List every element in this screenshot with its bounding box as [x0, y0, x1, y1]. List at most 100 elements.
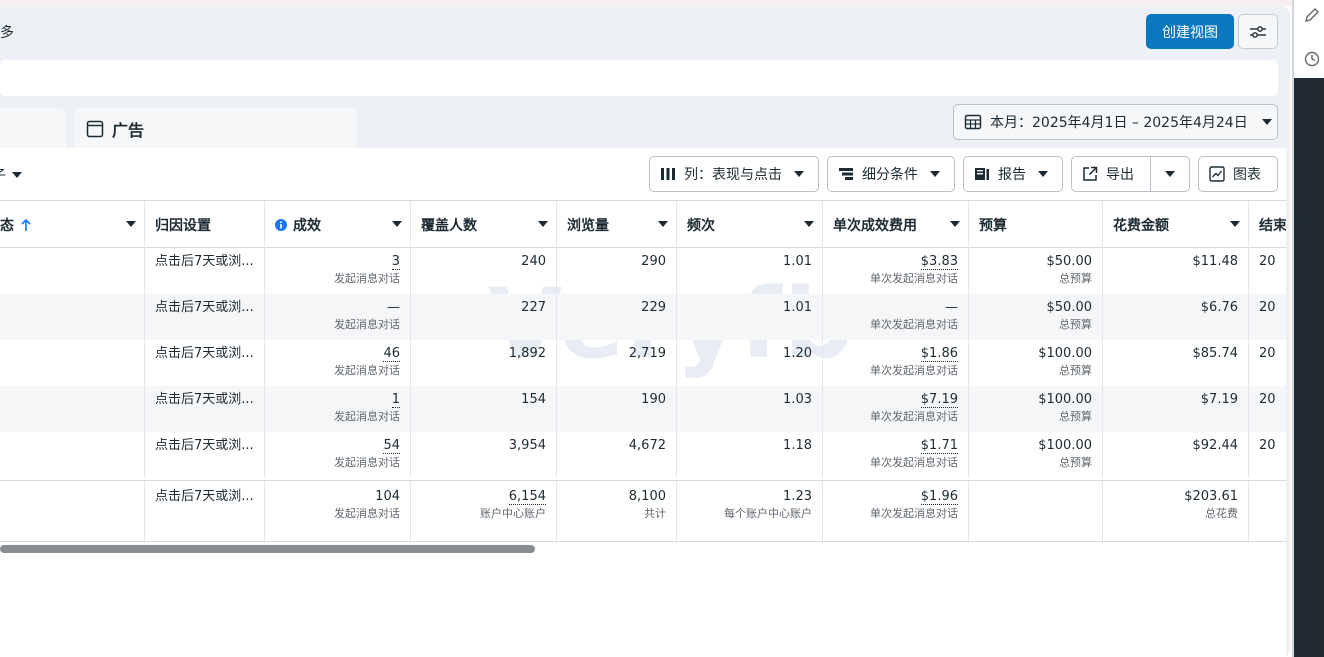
column-header-attribution[interactable]: 归因设置 [145, 201, 265, 249]
pencil-icon[interactable] [1303, 6, 1321, 24]
cell-cpr-value[interactable]: $3.83 [920, 254, 958, 270]
cell-cpr-value[interactable]: $1.71 [920, 438, 958, 454]
totals-results-cell: 104 发起消息对话 [265, 481, 411, 543]
cell-attribution-value: 点击后7天或浏... [155, 346, 254, 361]
totals-status-cell [0, 481, 145, 543]
cell-spent: $6.76 [1103, 294, 1249, 340]
cell-attribution: 点击后7天或浏... [145, 340, 265, 386]
cell-reach-value: 1,892 [508, 346, 546, 361]
totals-reach[interactable]: 6,154 [508, 489, 546, 505]
table-row[interactable]: 点击后7天或浏... — 发起消息对话 227 229 1.01 — 单次发起消息对话 $50.… [0, 294, 1286, 340]
cell-attribution-value: 点击后7天或浏... [155, 300, 254, 315]
column-header-reach[interactable]: 覆盖人数 [411, 201, 557, 249]
column-header-status[interactable]: 态 [0, 201, 145, 249]
cell-results-value[interactable]: 1 [391, 392, 400, 408]
chart-button[interactable]: 图表 [1198, 156, 1278, 192]
create-view-button[interactable]: 创建视图 [1146, 14, 1234, 49]
columns-icon [661, 168, 675, 180]
view-settings-button[interactable] [1238, 14, 1278, 49]
horizontal-scrollbar[interactable] [0, 545, 535, 553]
cell-spent: $11.48 [1103, 248, 1249, 294]
cell-budget-sub: 总预算 [1059, 318, 1092, 331]
cell-spent-value: $92.44 [1192, 438, 1239, 453]
cell-spent: $7.19 [1103, 386, 1249, 432]
table-row[interactable]: 点击后7天或浏... 1 发起消息对话 154 190 1.03 $7.19 单次发起消息对话… [0, 386, 1286, 432]
totals-cpr[interactable]: $1.96 [920, 489, 958, 505]
cell-attribution: 点击后7天或浏... [145, 432, 265, 478]
tab-ads-label: 广告 [112, 121, 145, 140]
export-button[interactable]: 导出 [1071, 156, 1151, 192]
cell-spent: $85.74 [1103, 340, 1249, 386]
cell-cpr-sub: 单次发起消息对话 [870, 364, 958, 377]
table-row[interactable]: 点击后7天或浏... 54 发起消息对话 3,954 4,672 1.18 $1.71 单次发… [0, 432, 1286, 478]
totals-impressions: 8,100 [628, 489, 666, 504]
cell-status [0, 386, 145, 432]
cell-ends: 20 [1249, 248, 1286, 294]
cell-results: 54 发起消息对话 [265, 432, 411, 478]
tab-ad-sets[interactable] [0, 108, 66, 150]
cell-results-sub: 发起消息对话 [334, 364, 400, 377]
toolbar-partial-label: 子 [0, 165, 6, 185]
cell-results-sub: 发起消息对话 [334, 456, 400, 469]
column-header-attribution-label: 归因设置 [155, 218, 211, 234]
cell-cpr-value[interactable]: $7.19 [920, 392, 958, 408]
cell-cpr-sub: 单次发起消息对话 [870, 272, 958, 285]
cell-results-sub: 发起消息对话 [334, 318, 400, 331]
cell-ends: 20 [1249, 340, 1286, 386]
cell-impressions: 2,719 [557, 340, 677, 386]
chevron-down-icon [538, 221, 548, 227]
cell-reach: 3,954 [411, 432, 557, 478]
cell-results-value[interactable]: 3 [391, 254, 400, 270]
column-header-budget[interactable]: 预算 [969, 201, 1103, 249]
breakdown-button[interactable]: 细分条件 [827, 156, 955, 192]
report-icon [975, 168, 989, 180]
cell-reach-value: 3,954 [508, 438, 546, 453]
column-header-frequency-label: 频次 [687, 218, 715, 234]
report-label: 报告 [998, 167, 1026, 183]
column-header-impressions[interactable]: 浏览量 [557, 201, 677, 249]
column-header-amount-spent[interactable]: 花费金额 [1103, 201, 1249, 249]
totals-spent-sub: 总花费 [1205, 507, 1238, 520]
totals-impressions-cell: 8,100 共计 [557, 481, 677, 543]
breakdown-icon [839, 168, 853, 180]
export-menu-button[interactable] [1150, 156, 1190, 192]
cell-status [0, 340, 145, 386]
cell-ends: 20 [1249, 386, 1286, 432]
cell-frequency: 1.18 [677, 432, 823, 478]
cell-results-value[interactable]: 54 [383, 438, 400, 454]
cell-results-value[interactable]: 46 [383, 346, 400, 362]
cell-cpr-value[interactable]: $1.86 [920, 346, 958, 362]
cell-status [0, 248, 145, 294]
tab-ads[interactable]: 广告 [74, 108, 357, 150]
columns-label: 列：表现与点击 [684, 167, 782, 183]
search-filter-bar[interactable] [0, 60, 1278, 96]
cell-attribution: 点击后7天或浏... [145, 386, 265, 432]
clock-icon[interactable] [1303, 50, 1321, 68]
cell-impressions-value: 2,719 [628, 346, 666, 361]
column-header-results[interactable]: 成效 [265, 201, 411, 249]
date-range-button[interactable]: 本月：2025年4月1日 – 2025年4月24日 [953, 104, 1278, 140]
cell-results-sub: 发起消息对话 [334, 272, 400, 285]
columns-button[interactable]: 列：表现与点击 [649, 156, 819, 192]
cell-spent-value: $11.48 [1192, 254, 1239, 269]
toolbar-partial-dropdown[interactable]: 子 [0, 165, 22, 185]
column-header-frequency[interactable]: 频次 [677, 201, 823, 249]
header-partial-text: 多 [0, 25, 14, 41]
column-header-status-label: 态 [0, 218, 14, 234]
cell-frequency-value: 1.03 [783, 392, 812, 407]
cell-impressions-value: 4,672 [628, 438, 666, 453]
cell-attribution: 点击后7天或浏... [145, 248, 265, 294]
table-row[interactable]: 点击后7天或浏... 3 发起消息对话 240 290 1.01 $3.83 单次发起消息对话… [0, 248, 1286, 294]
report-button[interactable]: 报告 [963, 156, 1063, 192]
column-header-cost-per-result[interactable]: 单次成效费用 [823, 201, 969, 249]
cell-ends: 20 [1249, 432, 1286, 478]
cell-budget-value: $100.00 [1038, 392, 1092, 407]
cell-cpr-sub: 单次发起消息对话 [870, 456, 958, 469]
column-header-ends[interactable]: 结束 [1249, 201, 1286, 249]
cell-frequency-value: 1.18 [783, 438, 812, 453]
totals-results: 104 [375, 489, 400, 504]
table-row[interactable]: 点击后7天或浏... 46 发起消息对话 1,892 2,719 1.20 $1.86 单次发… [0, 340, 1286, 386]
cell-frequency: 1.01 [677, 248, 823, 294]
calendar-icon [964, 114, 982, 130]
chevron-down-icon [392, 221, 402, 227]
